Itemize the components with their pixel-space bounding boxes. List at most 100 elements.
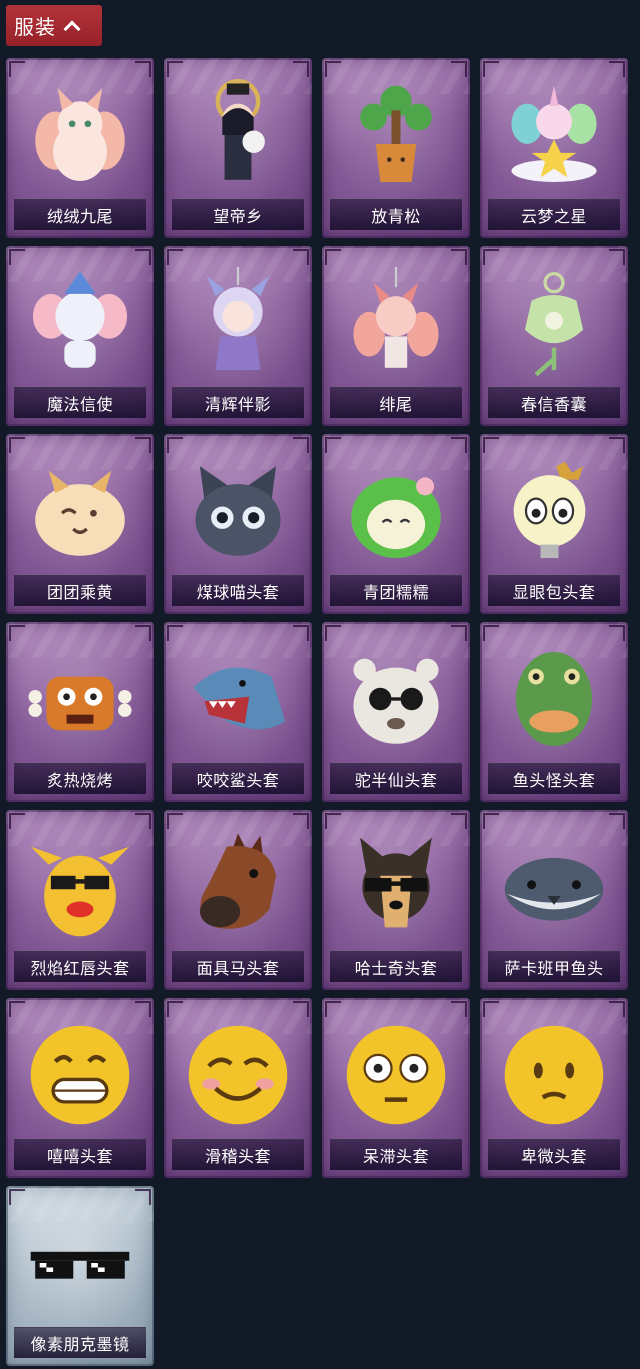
- card-corner-ornament: [483, 625, 499, 641]
- card-label-bar: 卑微头套: [488, 1139, 620, 1170]
- card-corner-ornament: [9, 1001, 25, 1017]
- costume-card[interactable]: 烈焰红唇头套: [6, 810, 154, 990]
- card-label-bar: 呆滞头套: [330, 1139, 462, 1170]
- card-corner-ornament: [167, 625, 183, 641]
- costume-card[interactable]: 放青松: [322, 58, 470, 238]
- costume-name: 烈焰红唇头套: [30, 959, 130, 978]
- bulb-head-icon: [494, 452, 614, 570]
- card-label-bar: 显眼包头套: [488, 575, 620, 606]
- card-corner-ornament: [293, 249, 309, 265]
- costume-name: 清辉伴影: [204, 395, 271, 414]
- costume-name: 显眼包头套: [512, 583, 596, 602]
- meat-bone-icon: [20, 640, 140, 758]
- costume-card[interactable]: 青团糯糯: [322, 434, 470, 614]
- card-corner-ornament: [325, 61, 341, 77]
- costume-name: 咬咬鲨头套: [196, 771, 280, 790]
- card-corner-ornament: [609, 813, 625, 829]
- card-corner-ornament: [9, 625, 25, 641]
- smirk-emoji-icon: [178, 1016, 298, 1134]
- costume-card[interactable]: 清辉伴影: [164, 246, 312, 426]
- card-corner-ornament: [609, 1001, 625, 1017]
- card-corner-ornament: [609, 625, 625, 641]
- costume-card[interactable]: 炙热烧烤: [6, 622, 154, 802]
- card-corner-ornament: [483, 61, 499, 77]
- card-label-bar: 像素朋克墨镜: [14, 1327, 146, 1358]
- green-dumpling-icon: [336, 452, 456, 570]
- costume-name: 驼半仙头套: [354, 771, 438, 790]
- costume-card[interactable]: 望帝乡: [164, 58, 312, 238]
- card-corner-ornament: [293, 61, 309, 77]
- costume-card[interactable]: 卑微头套: [480, 998, 628, 1178]
- doll-figure-icon: [178, 76, 298, 194]
- black-cat-head-icon: [178, 452, 298, 570]
- card-corner-ornament: [9, 61, 25, 77]
- costume-name: 煤球喵头套: [196, 583, 280, 602]
- yellow-red-lips-head-icon: [20, 828, 140, 946]
- costume-name: 绯尾: [379, 395, 413, 414]
- card-label-bar: 嘻嘻头套: [14, 1139, 146, 1170]
- costume-card[interactable]: 咬咬鲨头套: [164, 622, 312, 802]
- costume-card[interactable]: 像素朋克墨镜: [6, 1186, 154, 1366]
- card-corner-ornament: [167, 813, 183, 829]
- costume-card[interactable]: 云梦之星: [480, 58, 628, 238]
- costume-card[interactable]: 显眼包头套: [480, 434, 628, 614]
- costume-card[interactable]: 萨卡班甲鱼头: [480, 810, 628, 990]
- card-corner-ornament: [293, 625, 309, 641]
- alpaca-sunglasses-icon: [336, 640, 456, 758]
- costume-card[interactable]: 驼半仙头套: [322, 622, 470, 802]
- costume-name: 像素朋克墨镜: [30, 1335, 130, 1354]
- card-corner-ornament: [483, 437, 499, 453]
- card-corner-ornament: [167, 249, 183, 265]
- costume-name: 青团糯糯: [362, 583, 429, 602]
- costume-card[interactable]: 绯尾: [322, 246, 470, 426]
- costume-card[interactable]: 鱼头怪头套: [480, 622, 628, 802]
- card-corner-ornament: [451, 61, 467, 77]
- card-label-bar: 面具马头套: [172, 951, 304, 982]
- costume-card[interactable]: 魔法信使: [6, 246, 154, 426]
- costume-name: 面具马头套: [196, 959, 280, 978]
- card-corner-ornament: [483, 249, 499, 265]
- costume-name: 哈士奇头套: [354, 959, 438, 978]
- card-corner-ornament: [325, 813, 341, 829]
- pink-fox-pendant-icon: [336, 264, 456, 382]
- costume-card[interactable]: 哈士奇头套: [322, 810, 470, 990]
- costume-card[interactable]: 绒绒九尾: [6, 58, 154, 238]
- costume-name: 团团乘黄: [46, 583, 113, 602]
- horse-mask-icon: [178, 828, 298, 946]
- stare-emoji-icon: [336, 1016, 456, 1134]
- magic-elephant-icon: [20, 264, 140, 382]
- card-corner-ornament: [9, 813, 25, 829]
- costume-name: 鱼头怪头套: [512, 771, 596, 790]
- husky-sunglasses-icon: [336, 828, 456, 946]
- pixel-sunglasses-icon: [20, 1204, 140, 1322]
- costume-name: 呆滞头套: [362, 1147, 429, 1166]
- costume-name: 云梦之星: [520, 207, 587, 226]
- card-corner-ornament: [293, 437, 309, 453]
- card-corner-ornament: [325, 625, 341, 641]
- card-corner-ornament: [135, 625, 151, 641]
- card-corner-ornament: [451, 249, 467, 265]
- costume-name: 绒绒九尾: [46, 207, 113, 226]
- card-corner-ornament: [451, 437, 467, 453]
- costume-card[interactable]: 煤球喵头套: [164, 434, 312, 614]
- costume-card[interactable]: 面具马头套: [164, 810, 312, 990]
- card-corner-ornament: [451, 1001, 467, 1017]
- card-corner-ornament: [325, 1001, 341, 1017]
- card-label-bar: 煤球喵头套: [172, 575, 304, 606]
- costume-card[interactable]: 嘻嘻头套: [6, 998, 154, 1178]
- card-corner-ornament: [167, 1001, 183, 1017]
- card-corner-ornament: [135, 1189, 151, 1205]
- silver-doll-pendant-icon: [178, 264, 298, 382]
- card-label-bar: 哈士奇头套: [330, 951, 462, 982]
- costume-name: 春信香囊: [520, 395, 587, 414]
- costume-card[interactable]: 呆滞头套: [322, 998, 470, 1178]
- shy-emoji-icon: [494, 1016, 614, 1134]
- card-label-bar: 萨卡班甲鱼头: [488, 951, 620, 982]
- costume-card[interactable]: 春信香囊: [480, 246, 628, 426]
- card-corner-ornament: [135, 249, 151, 265]
- round-creature-icon: [20, 452, 140, 570]
- card-corner-ornament: [167, 61, 183, 77]
- costume-card[interactable]: 团团乘黄: [6, 434, 154, 614]
- costume-card[interactable]: 滑稽头套: [164, 998, 312, 1178]
- card-corner-ornament: [135, 813, 151, 829]
